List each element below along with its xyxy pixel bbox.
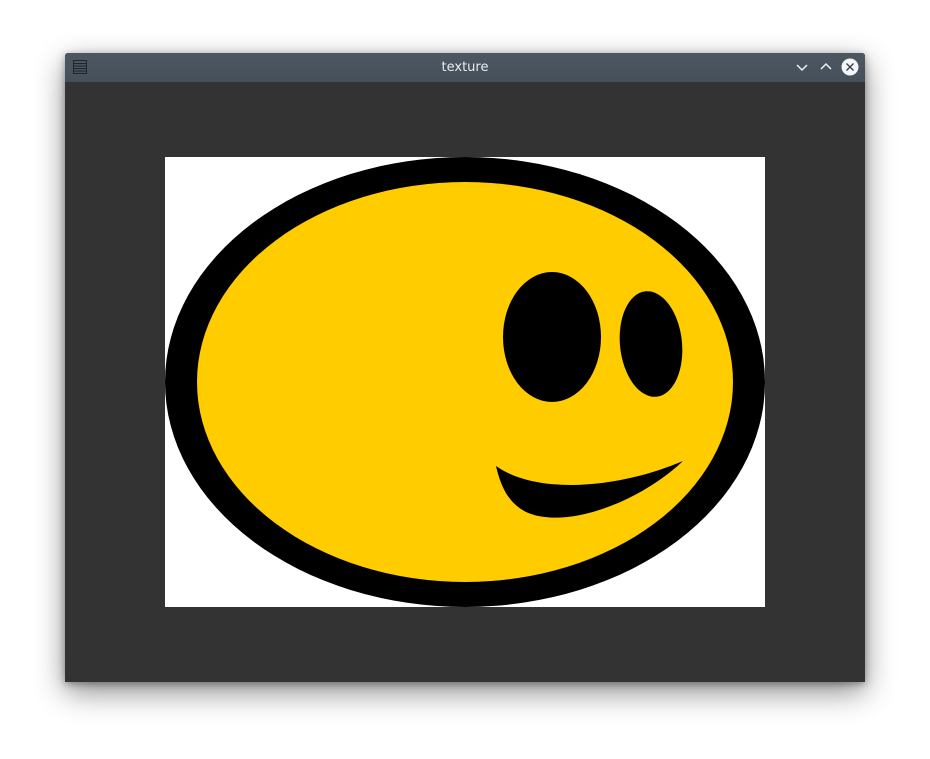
texture-image [165, 157, 765, 607]
close-button[interactable] [841, 58, 859, 76]
render-area [65, 82, 865, 682]
smiley-face-graphic [165, 157, 765, 607]
window-title: texture [441, 60, 489, 75]
minimize-button[interactable] [793, 58, 811, 76]
title-bar[interactable]: texture [65, 53, 865, 82]
app-window: texture [65, 53, 865, 682]
close-icon [841, 58, 859, 76]
left-eye [503, 272, 601, 402]
chevron-up-icon [820, 62, 832, 70]
maximize-button[interactable] [817, 58, 835, 76]
chevron-down-icon [796, 64, 808, 72]
